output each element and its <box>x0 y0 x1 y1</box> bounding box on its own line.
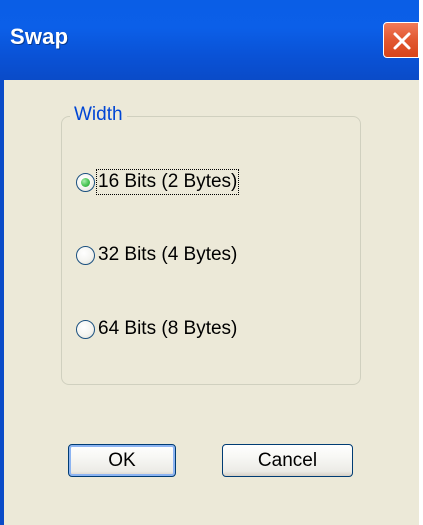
close-icon <box>393 32 411 50</box>
window-frame-left <box>0 80 4 525</box>
radio-option-16-bits[interactable]: 16 Bits (2 Bytes) <box>76 167 240 197</box>
cancel-button[interactable]: Cancel <box>222 444 353 477</box>
radio-button-16-bits[interactable] <box>76 172 95 192</box>
radio-label-64-bits[interactable]: 64 Bits (8 Bytes) <box>97 317 238 341</box>
close-button[interactable] <box>383 22 419 58</box>
title-bar[interactable]: Swap <box>0 0 419 80</box>
width-group-label: Width <box>70 104 127 126</box>
radio-label-16-bits[interactable]: 16 Bits (2 Bytes) <box>95 169 240 195</box>
ok-button[interactable]: OK <box>68 444 176 477</box>
radio-button-32-bits[interactable] <box>76 245 95 265</box>
dialog-title: Swap <box>10 24 69 49</box>
radio-button-64-bits[interactable] <box>76 319 95 339</box>
radio-label-32-bits[interactable]: 32 Bits (4 Bytes) <box>97 243 238 267</box>
radio-option-32-bits[interactable]: 32 Bits (4 Bytes) <box>76 240 238 270</box>
radio-option-64-bits[interactable]: 64 Bits (8 Bytes) <box>76 314 238 344</box>
swap-dialog: Swap Width 16 Bits (2 Bytes) 32 Bits (4 … <box>0 0 419 525</box>
